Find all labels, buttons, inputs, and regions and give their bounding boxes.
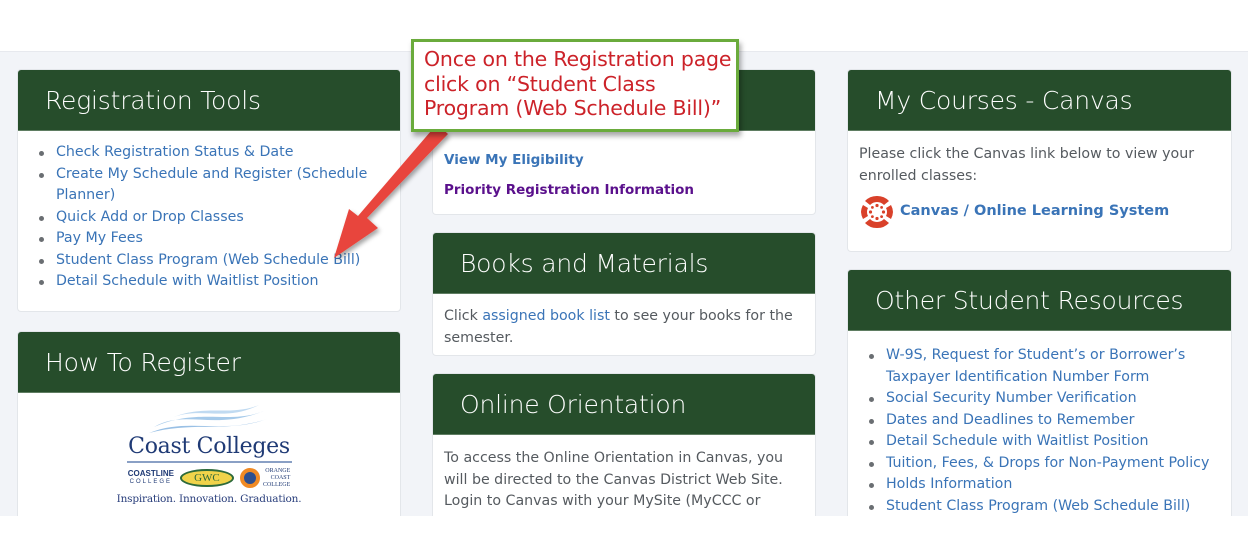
canvas-card: My Courses - Canvas Please click the Can…: [847, 69, 1232, 252]
student-class-program-link[interactable]: Student Class Program (Web Schedule Bill…: [886, 498, 1190, 514]
detail-schedule-waitlist-link[interactable]: Detail Schedule with Waitlist Position: [886, 433, 1149, 449]
occ-logo: ORANGE COAST COLLEGE: [239, 468, 290, 489]
waves-icon: [149, 405, 267, 433]
list-item: Check Registration Status & Date: [39, 142, 389, 164]
create-schedule-link[interactable]: Create My Schedule and Register (Schedul…: [56, 166, 367, 204]
orientation-title: Online Orientation: [460, 389, 687, 419]
canvas-online-learning-link[interactable]: Canvas / Online Learning System: [900, 201, 1169, 223]
list-item: Tuition, Fees, & Drops for Non-Payment P…: [869, 453, 1220, 475]
list-item: Detail Schedule with Waitlist Position: [39, 271, 389, 293]
bottom-crop-edge: [0, 516, 1248, 539]
books-header: Books and Materials: [433, 233, 815, 294]
other-resources-card: Other Student Resources W-9S, Request fo…: [847, 269, 1232, 529]
detail-schedule-waitlist-link[interactable]: Detail Schedule with Waitlist Position: [56, 273, 319, 289]
canvas-logo-icon[interactable]: [859, 194, 895, 230]
list-item: Student Class Program (Web Schedule Bill…: [869, 496, 1220, 518]
how-to-register-title: How To Register: [45, 347, 241, 377]
books-card: Books and Materials Click assigned book …: [432, 232, 816, 356]
canvas-header: My Courses - Canvas: [848, 70, 1231, 131]
dates-deadlines-link[interactable]: Dates and Deadlines to Remember: [886, 412, 1135, 428]
pay-fees-link[interactable]: Pay My Fees: [56, 230, 143, 246]
other-resources-header: Other Student Resources: [848, 270, 1231, 331]
other-resources-title: Other Student Resources: [875, 285, 1184, 315]
how-to-register-card: How To Register Coast Colleges COASTLINE…: [17, 331, 401, 521]
list-item: Quick Add or Drop Classes: [39, 207, 389, 229]
student-class-program-link[interactable]: Student Class Program (Web Schedule Bill…: [56, 252, 360, 268]
registration-tools-list: Check Registration Status & Date Create …: [29, 142, 389, 293]
instruction-callout: Once on the Registration page click on “…: [411, 39, 739, 132]
list-item: W-9S, Request for Student’s or Borrower’…: [869, 345, 1220, 388]
ssn-verification-link[interactable]: Social Security Number Verification: [886, 390, 1137, 406]
tuition-fees-policy-link[interactable]: Tuition, Fees, & Drops for Non-Payment P…: [886, 455, 1209, 471]
canvas-text: Please click the Canvas link below to vi…: [859, 146, 1195, 184]
logo-divider: [126, 461, 292, 463]
registration-tools-header: Registration Tools: [18, 70, 400, 131]
list-item: Create My Schedule and Register (Schedul…: [39, 164, 389, 207]
view-eligibility-link[interactable]: View My Eligibility: [444, 152, 584, 168]
logo-title: Coast Colleges: [128, 434, 290, 459]
list-item: Student Class Program (Web Schedule Bill…: [39, 250, 389, 272]
logo-colleges-row: COASTLINE COLLEGE GWC ORANGE COAST COLLE…: [127, 466, 290, 490]
w9s-form-link[interactable]: W-9S, Request for Student’s or Borrower’…: [886, 347, 1185, 385]
books-title: Books and Materials: [460, 248, 709, 278]
registration-tools-title: Registration Tools: [45, 85, 261, 115]
assigned-book-list-link[interactable]: assigned book list: [482, 308, 610, 324]
holds-information-link[interactable]: Holds Information: [886, 476, 1012, 492]
gwc-logo: GWC: [179, 469, 234, 487]
canvas-title: My Courses - Canvas: [875, 85, 1133, 115]
occ-circle-icon: [239, 468, 260, 488]
quick-add-drop-link[interactable]: Quick Add or Drop Classes: [56, 209, 244, 225]
check-registration-status-link[interactable]: Check Registration Status & Date: [56, 144, 293, 160]
books-text-before: Click: [444, 308, 483, 324]
list-item: Social Security Number Verification: [869, 388, 1220, 410]
orientation-header: Online Orientation: [433, 374, 815, 435]
list-item: Holds Information: [869, 474, 1220, 496]
coast-colleges-logo[interactable]: Coast Colleges COASTLINE COLLEGE GWC ORA…: [18, 403, 400, 505]
list-item: Detail Schedule with Waitlist Position: [869, 431, 1220, 453]
list-item: Pay My Fees: [39, 228, 389, 250]
logo-tagline: Inspiration. Innovation. Graduation.: [116, 493, 302, 505]
how-to-register-header: How To Register: [18, 332, 400, 393]
priority-registration-link[interactable]: Priority Registration Information: [444, 182, 694, 198]
orientation-text: To access the Online Orientation in Canv…: [444, 450, 784, 522]
list-item: Dates and Deadlines to Remember: [869, 410, 1220, 432]
coastline-logo: COASTLINE COLLEGE: [127, 469, 174, 486]
orientation-card: Online Orientation To access the Online …: [432, 373, 816, 523]
registration-tools-card: Registration Tools Check Registration St…: [17, 69, 401, 312]
other-resources-list: W-9S, Request for Student’s or Borrower’…: [859, 345, 1220, 517]
